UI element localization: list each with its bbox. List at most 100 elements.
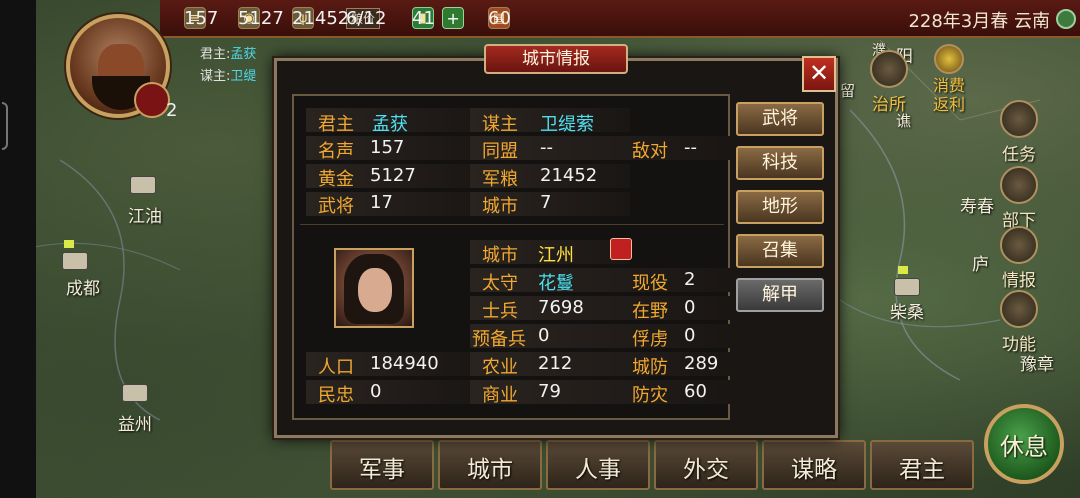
- gold-value: 5127: [238, 7, 284, 29]
- add-jade-button[interactable]: +: [442, 7, 465, 29]
- rest-button[interactable]: 休息: [984, 404, 1064, 484]
- drawer-handle-icon[interactable]: [2, 102, 8, 150]
- fame-value: 157: [370, 137, 405, 158]
- tab-military[interactable]: 军事: [330, 440, 434, 490]
- governor-portrait[interactable]: [334, 248, 414, 328]
- wild-value: 0: [684, 297, 696, 318]
- price-value: 6/12: [346, 7, 387, 29]
- wild-label: 在野: [632, 301, 668, 322]
- castle-icon: [870, 50, 908, 88]
- map-label-jiangyou[interactable]: 江油: [128, 202, 162, 227]
- agriculture-value: 212: [538, 353, 573, 374]
- functions-button[interactable]: 功能: [992, 290, 1046, 355]
- cities-label: 城市: [482, 196, 518, 217]
- mission-button[interactable]: 任务: [992, 100, 1046, 165]
- alliance-label: 同盟: [482, 141, 518, 162]
- generals-button[interactable]: 武将: [736, 102, 824, 136]
- lord-name: 孟获: [230, 47, 257, 62]
- city-marker-icon[interactable]: [122, 384, 148, 402]
- city-marker-icon[interactable]: [130, 176, 156, 194]
- promo-label: 消费 返利: [922, 76, 976, 114]
- reserve-value: 0: [538, 325, 550, 346]
- commerce-label: 商业: [482, 385, 518, 406]
- advisor-label: 谋主:: [200, 69, 231, 84]
- gold-value: 5127: [370, 165, 416, 186]
- enemy-value: --: [684, 137, 697, 158]
- flag-icon: [64, 240, 74, 248]
- captive-value: 0: [684, 325, 696, 346]
- city-value[interactable]: 江州: [538, 241, 574, 267]
- resource-jade: ▮ 41 +: [412, 7, 465, 29]
- tab-city[interactable]: 城市: [438, 440, 542, 490]
- screen-edge: [0, 0, 36, 498]
- alliance-value: --: [540, 137, 553, 158]
- gear-icon: [1000, 290, 1038, 328]
- governance-label: 治所: [872, 95, 906, 115]
- dialog-title: 城市情报: [484, 44, 628, 74]
- map-label-shouchun[interactable]: 寿春: [960, 192, 994, 217]
- close-button[interactable]: ✕: [802, 56, 836, 92]
- tab-ruler[interactable]: 君主: [870, 440, 974, 490]
- mission-label: 任务: [1002, 145, 1036, 165]
- date-text: 228年3月春: [908, 11, 1009, 32]
- tab-personnel[interactable]: 人事: [546, 440, 650, 490]
- generals-label: 武将: [318, 196, 354, 217]
- badge-count: 2: [166, 100, 178, 121]
- city-emblem-icon: [610, 238, 632, 260]
- commerce-value: 79: [538, 381, 561, 402]
- city-marker-icon[interactable]: [894, 278, 920, 296]
- settings-icon[interactable]: [1056, 9, 1076, 29]
- resource-food: ψ 21452: [292, 7, 349, 29]
- terrain-button[interactable]: 地形: [736, 190, 824, 224]
- enemy-label: 敌对: [632, 141, 668, 162]
- tech-button[interactable]: 科技: [736, 146, 824, 180]
- city-marker-icon[interactable]: [62, 252, 88, 270]
- intel-button[interactable]: 情报: [992, 226, 1046, 291]
- promo-line-1: 消费: [932, 76, 965, 95]
- lord-value[interactable]: 孟获: [372, 110, 408, 136]
- agriculture-label: 农业: [482, 357, 518, 378]
- resource-gold: ◉ 5127: [238, 7, 284, 29]
- region-text: 云南: [1014, 11, 1050, 32]
- resource-fame: ≡ 157: [184, 7, 218, 29]
- population-label: 人口: [318, 357, 354, 378]
- mission-icon: [1000, 100, 1038, 138]
- disarm-button[interactable]: 解甲: [736, 278, 824, 312]
- resource-price: 粮价 6/12: [346, 7, 388, 29]
- map-label-lu[interactable]: 庐: [972, 250, 989, 275]
- governance-button[interactable]: 治所: [862, 50, 916, 115]
- book-value: 60: [488, 7, 511, 29]
- disaster-value: 60: [684, 381, 707, 402]
- reserve-label: 预备兵: [472, 329, 526, 350]
- promo-button[interactable]: 消费 返利: [922, 44, 976, 114]
- ruler-info: 君主:孟获 谋主:卫缇: [200, 44, 256, 88]
- captive-label: 俘虏: [632, 329, 668, 350]
- population-value: 184940: [370, 353, 439, 374]
- advisor-name: 卫缇: [230, 69, 257, 84]
- cities-value: 7: [540, 192, 552, 213]
- faction-badge-icon[interactable]: [134, 82, 170, 118]
- soldiers-value: 7698: [538, 297, 584, 318]
- portrait-face: [358, 268, 392, 312]
- bottom-tab-bar: 军事 城市 人事 外交 谋略 君主: [330, 440, 978, 490]
- functions-label: 功能: [1002, 335, 1036, 355]
- tab-diplomacy[interactable]: 外交: [654, 440, 758, 490]
- map-label-liu[interactable]: 留: [840, 80, 855, 101]
- advisor-value[interactable]: 卫缇萦: [540, 110, 594, 136]
- generals-value: 17: [370, 192, 393, 213]
- city-label: 城市: [482, 245, 518, 266]
- governor-value[interactable]: 花鬘: [538, 269, 574, 295]
- soldiers-label: 士兵: [482, 301, 518, 322]
- loyalty-value: 0: [370, 381, 382, 402]
- map-label-chaisang[interactable]: 柴桑: [890, 298, 924, 323]
- disaster-label: 防灾: [632, 385, 668, 406]
- map-label-chengdu[interactable]: 成都: [66, 274, 100, 299]
- tab-strategy[interactable]: 谋略: [762, 440, 866, 490]
- subordinates-button[interactable]: 部下: [992, 166, 1046, 231]
- loyalty-label: 民忠: [318, 385, 354, 406]
- map-label-yizhou[interactable]: 益州: [118, 410, 152, 435]
- food-value: 21452: [540, 165, 598, 186]
- jade-value: 41: [412, 7, 435, 29]
- summon-button[interactable]: 召集: [736, 234, 824, 268]
- resource-bar: ≡ 157 ◉ 5127 ψ 21452 粮价 6/12 ▮ 41 + ▤ 60…: [160, 0, 1080, 38]
